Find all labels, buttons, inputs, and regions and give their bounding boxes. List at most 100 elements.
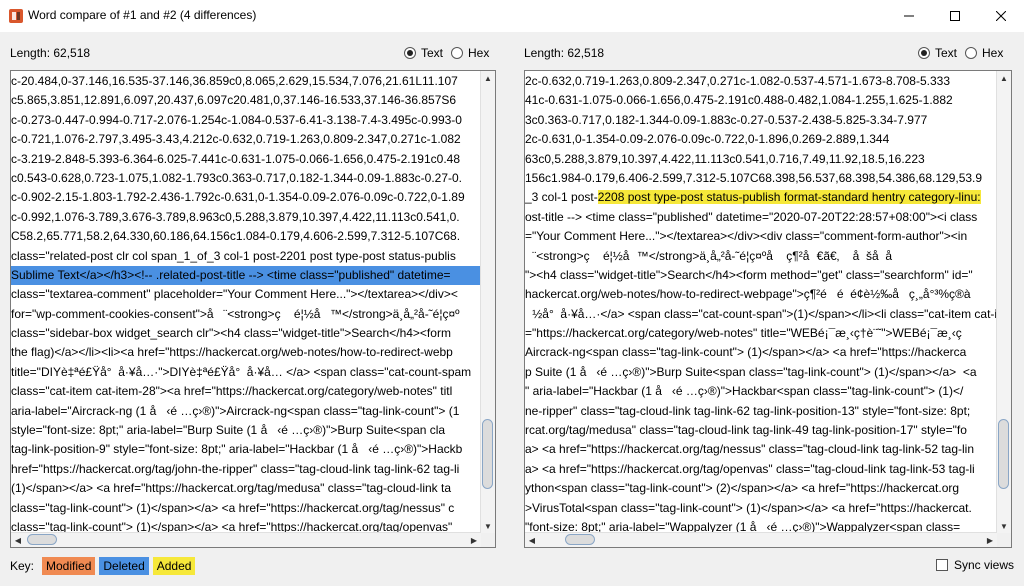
left-text-line: href="https://hackercat.org/tag/john-the… <box>11 461 460 476</box>
right-text-line: ="Your Comment Here..."></textarea></div… <box>525 229 968 244</box>
right-text-line: ¨<strong>ç é¦½å™</strong>ä¸å„²å-˜é¦ç¤º… <box>525 248 893 263</box>
left-text-line: for="wp-comment-cookies-consent">å¨<str… <box>11 306 460 321</box>
scroll-down-icon[interactable]: ▼ <box>481 519 495 533</box>
right-text-line: ="https://hackercat.org/category/web-not… <box>525 326 962 341</box>
added-text-highlight: 2208 post type-post status-publish forma… <box>597 190 981 205</box>
right-mode-selector: Text Hex <box>918 46 1009 60</box>
right-text-line-added: _3 col-1 post-2208 post type-post status… <box>525 190 981 205</box>
scroll-left-icon[interactable]: ◀ <box>11 533 25 547</box>
left-text-line: class="tag-link-count"> (1)</span></a> <… <box>11 500 455 515</box>
sync-views-label[interactable]: Sync views <box>954 558 1014 572</box>
left-text-line: class="sidebar-box widget_search clr"><h… <box>11 326 451 341</box>
right-text-line: >VirusTotal<span class="tag-link-count">… <box>525 500 972 515</box>
right-hex-radio-label[interactable]: Hex <box>982 46 1003 60</box>
left-horizontal-scrollbar[interactable]: ◀ ▶ <box>11 532 481 547</box>
left-text-line-deleted: Sublime Text</a></h3><!-- .related-post-… <box>11 265 481 286</box>
right-text-pane[interactable]: 2c-0.632,0.719-1.263,0.809-2.347,0.271c-… <box>524 70 1012 548</box>
right-text-line: a> <a href="https://hackercat.org/tag/op… <box>525 461 975 476</box>
right-vertical-scroll-thumb[interactable] <box>998 419 1009 489</box>
maximize-icon <box>950 11 960 21</box>
diff-key-legend: Key: Modified Deleted Added <box>10 557 196 575</box>
right-text-line: 41c-0.631-1.075-0.066-1.656,0.475-2.191c… <box>525 93 953 108</box>
scroll-down-icon[interactable]: ▼ <box>997 519 1011 533</box>
right-horizontal-scroll-thumb[interactable] <box>565 534 595 545</box>
left-text-radio-label[interactable]: Text <box>421 46 443 60</box>
left-hex-radio[interactable] <box>451 47 464 59</box>
right-vertical-scrollbar[interactable]: ▲ ▼ <box>996 71 1011 533</box>
right-text-line: "><h4 class="widget-title">Search</h4><f… <box>525 267 973 282</box>
left-text-line: class="tag-link-count"> (1)</span></a> <… <box>11 519 453 533</box>
right-length-label: Length: 62,518 <box>524 46 605 60</box>
minimize-icon <box>904 15 914 17</box>
scroll-right-icon[interactable]: ▶ <box>983 533 997 547</box>
scroll-up-icon[interactable]: ▲ <box>481 71 495 85</box>
sync-views-toggle[interactable]: Sync views <box>935 558 1014 572</box>
right-text-line: p Suite (1 å ‹é …ç›®)">Burp Suite<span c… <box>525 364 977 379</box>
scroll-corner <box>481 533 495 547</box>
left-length-label: Length: 62,518 <box>10 46 91 60</box>
maximize-button[interactable] <box>932 0 978 32</box>
right-text-line: hackercat.org/web-notes/how-to-redirect-… <box>525 287 971 302</box>
left-text-line: c0.543-0.628,0.723-1.075,1.082-1.793c0.3… <box>11 170 463 185</box>
legend-modified: Modified <box>42 557 96 575</box>
left-text-line: c-3.219-2.848-5.393-6.364-6.025-7.441c-0… <box>11 151 460 166</box>
left-text-radio[interactable] <box>404 47 416 59</box>
right-text-radio[interactable] <box>918 47 930 59</box>
left-text-line: c5.865,3.851,12.891,6.097,20.437,6.097c2… <box>11 93 457 108</box>
left-vertical-scroll-thumb[interactable] <box>482 419 493 489</box>
right-text-line: a> <a href="https://hackercat.org/tag/ne… <box>525 442 975 457</box>
left-text-pane[interactable]: c-20.484,0-37.146,16.535-37.146,36.859c0… <box>10 70 496 548</box>
left-text-line: class="related-post clr col span_1_of_3 … <box>11 248 456 263</box>
scroll-corner <box>997 533 1011 547</box>
left-text-line: c-20.484,0-37.146,16.535-37.146,36.859c0… <box>11 74 458 88</box>
right-text-line: ython<span class="tag-link-count"> (2)</… <box>525 481 960 496</box>
left-text-line: c-0.902-2.15-1.803-1.792-2.436-1.792c-0.… <box>11 190 465 205</box>
scroll-up-icon[interactable]: ▲ <box>997 71 1011 85</box>
right-text-line: 156c1.984-0.179,6.406-2.599,7.312-5.107C… <box>525 170 983 185</box>
right-text-line: " aria-label="Hackbar (1 å ‹é …ç›®)">Hac… <box>525 384 964 399</box>
left-text-line: C58.2,65.771,58.2,64.330,60.186,64.156c1… <box>11 229 461 244</box>
close-icon <box>996 11 1006 21</box>
right-text-line: "font-size: 8pt;" aria-label="Wappalyzer… <box>525 519 961 533</box>
legend-added: Added <box>152 557 196 575</box>
left-vertical-scrollbar[interactable]: ▲ ▼ <box>480 71 495 533</box>
right-text-radio-label[interactable]: Text <box>935 46 957 60</box>
right-text-content[interactable]: 2c-0.632,0.719-1.263,0.809-2.347,0.271c-… <box>525 72 997 533</box>
left-text-line: c-0.273-0.447-0.994-0.717-2.076-1.254c-1… <box>11 112 462 127</box>
right-text-line: 2c-0.632,0.719-1.263,0.809-2.347,0.271c-… <box>525 74 950 88</box>
left-horizontal-scroll-thumb[interactable] <box>27 534 57 545</box>
left-text-line: style="font-size: 8pt;" aria-label="Burp… <box>11 423 446 438</box>
sync-views-checkbox[interactable] <box>935 559 948 571</box>
right-text-line: ne-ripper" class="tag-cloud-link tag-lin… <box>525 403 971 418</box>
right-text-line: 2c-0.631,0-1.354-0.09-2.076-0.09c-0.722,… <box>525 132 890 147</box>
left-text-line: tag-link-position-9" style="font-size: 8… <box>11 442 463 457</box>
right-text-line: Aircrack-ng<span class="tag-link-count">… <box>525 345 967 360</box>
left-text-line: (1)</span></a> <a href="https://hackerca… <box>11 481 452 496</box>
app-icon <box>9 9 23 23</box>
left-text-line: c-0.721,1.076-2.797,3.495-3.43,4.212c-0.… <box>11 132 461 147</box>
minimize-button[interactable] <box>886 0 932 32</box>
right-text-line: ost-title --> <time class="published" da… <box>525 209 978 224</box>
left-text-line: title="DIYè‡ªé£Ÿå° å·¥å…·">DIYè‡ªé£Ÿå° å… <box>11 364 472 379</box>
scroll-right-icon[interactable]: ▶ <box>467 533 481 547</box>
close-button[interactable] <box>978 0 1024 32</box>
window-title: Word compare of #1 and #2 (4 differences… <box>28 8 257 22</box>
right-horizontal-scrollbar[interactable]: ◀ ▶ <box>525 532 997 547</box>
right-text-line: ½å° å·¥å…·</a> <span class="cat-count-s… <box>525 306 997 321</box>
left-text-line: the flag)</a></li><li><a href="https://h… <box>11 345 453 360</box>
legend-deleted: Deleted <box>99 557 149 575</box>
title-bar: Word compare of #1 and #2 (4 differences… <box>0 0 1024 32</box>
left-text-line: c-0.992,1.076-3.789,3.676-3.789,8.963c0,… <box>11 209 460 224</box>
right-text-line: 63c0,5.288,3.879,10.397,4.422,11.113c0.5… <box>525 151 925 166</box>
right-hex-radio[interactable] <box>965 47 978 59</box>
left-text-line: aria-label="Aircrack-ng (1 å ‹é …ç›®)">A… <box>11 403 460 418</box>
right-text-line: 3c0.363-0.717,0.182-1.344-0.09-1.883c-0.… <box>525 112 928 127</box>
left-mode-selector: Text Hex <box>404 46 495 60</box>
key-label: Key: <box>10 559 35 573</box>
left-hex-radio-label[interactable]: Hex <box>468 46 489 60</box>
left-text-line: class="textarea-comment" placeholder="Yo… <box>11 287 458 302</box>
left-text-line: class="cat-item cat-item-28"><a href="ht… <box>11 384 453 399</box>
left-text-content[interactable]: c-20.484,0-37.146,16.535-37.146,36.859c0… <box>11 72 481 533</box>
right-text-line: rcat.org/tag/medusa" class="tag-cloud-li… <box>525 423 967 438</box>
scroll-left-icon[interactable]: ◀ <box>525 533 539 547</box>
